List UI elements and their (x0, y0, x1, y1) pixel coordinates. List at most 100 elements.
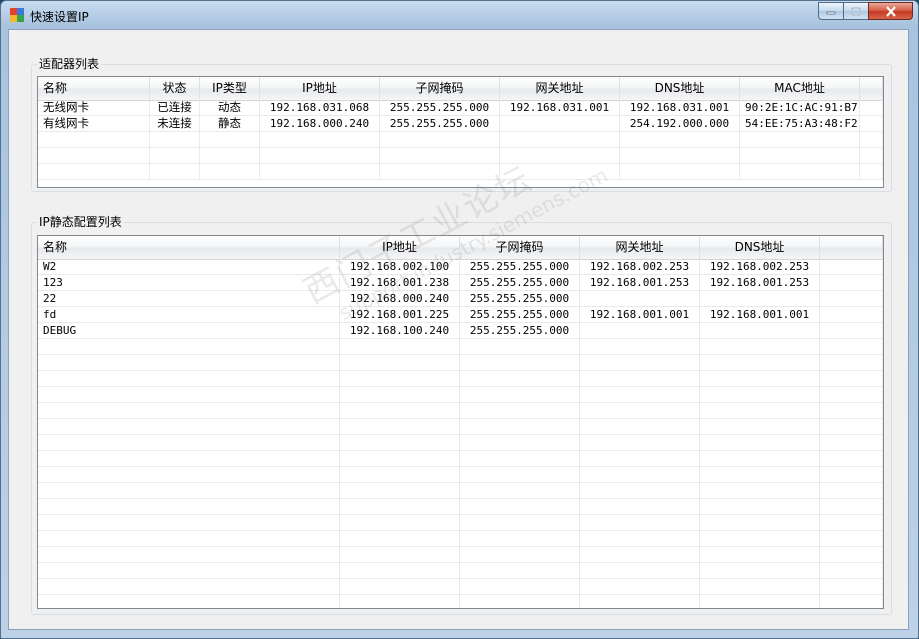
static-row-filler (820, 579, 883, 595)
maximize-button[interactable] (843, 2, 869, 20)
static-row-filler (820, 451, 883, 467)
static-cell: 192.168.002.100 (340, 259, 460, 275)
static-cell (700, 467, 820, 483)
adapter-row[interactable]: 有线网卡 未连接 静态 192.168.000.240 255.255.255.000 2… (38, 116, 883, 132)
static-row-filler (820, 547, 883, 563)
static-column-header[interactable]: 网关地址 (580, 236, 700, 259)
static-column-header[interactable]: 名称 (38, 236, 340, 259)
adapter-empty-row (38, 148, 883, 164)
static-cell (460, 563, 580, 579)
static-row-filler (820, 275, 883, 291)
static-row[interactable]: fd 192.168.001.225 255.255.255.000 192.168.… (38, 307, 883, 323)
adapter-cell (620, 132, 740, 148)
static-cell (38, 355, 340, 371)
static-cell (700, 291, 820, 307)
close-button[interactable] (868, 2, 913, 20)
static-cell: 192.168.000.240 (340, 291, 460, 307)
adapter-cell (200, 164, 260, 180)
static-ip-list-header: 名称 IP地址 子网掩码 网关地址 DNS地址 (38, 236, 883, 260)
static-ip-group-label: IP静态配置列表 (37, 215, 124, 229)
adapter-empty-row (38, 132, 883, 148)
adapter-column-header[interactable]: 状态 (150, 77, 200, 100)
static-cell (700, 451, 820, 467)
static-cell: 22 (38, 291, 340, 307)
static-cell: 192.168.001.253 (700, 275, 820, 291)
adapter-cell (150, 148, 200, 164)
adapter-cell: 192.168.000.240 (260, 116, 380, 132)
adapter-column-header[interactable]: 子网掩码 (380, 77, 500, 100)
static-row-filler (820, 483, 883, 499)
static-column-header[interactable]: IP地址 (340, 236, 460, 259)
static-cell (38, 403, 340, 419)
static-row[interactable]: W2 192.168.002.100 255.255.255.000 192.168.… (38, 259, 883, 275)
adapter-column-header[interactable]: IP类型 (200, 77, 260, 100)
static-cell (38, 419, 340, 435)
adapter-listview[interactable]: 名称 状态 IP类型 IP地址 子网掩码 网关地址 DNS地址 MAC地址 无线网卡 已连接 动态… (37, 76, 884, 188)
adapter-row[interactable]: 无线网卡 已连接 动态 192.168.031.068 255.255.255.000 1… (38, 100, 883, 116)
title-bar[interactable]: 快速设置IP (1, 1, 918, 29)
static-cell (460, 515, 580, 531)
static-column-header[interactable]: 子网掩码 (460, 236, 580, 259)
static-row-filler (820, 291, 883, 307)
static-empty-row (38, 339, 883, 355)
adapter-cell: 有线网卡 (38, 116, 150, 132)
static-cell (700, 563, 820, 579)
static-cell (460, 387, 580, 403)
app-icon[interactable] (10, 8, 24, 22)
adapter-column-header[interactable]: MAC地址 (740, 77, 860, 100)
static-cell (460, 339, 580, 355)
static-cell (700, 547, 820, 563)
static-cell (580, 339, 700, 355)
static-row-filler (820, 403, 883, 419)
adapter-cell (380, 164, 500, 180)
static-cell (340, 547, 460, 563)
static-cell: 255.255.255.000 (460, 259, 580, 275)
static-cell: 255.255.255.000 (460, 275, 580, 291)
static-empty-row (38, 515, 883, 531)
static-column-header[interactable]: DNS地址 (700, 236, 820, 259)
static-row-filler (820, 339, 883, 355)
static-cell (340, 515, 460, 531)
adapter-cell (260, 164, 380, 180)
static-row-filler (820, 259, 883, 275)
adapter-empty-row (38, 164, 883, 180)
minimize-button[interactable] (818, 2, 844, 20)
adapter-cell (380, 132, 500, 148)
static-cell (340, 595, 460, 608)
static-row-filler (820, 515, 883, 531)
adapter-header-filler (860, 77, 883, 100)
static-empty-row (38, 499, 883, 515)
adapter-cell: 无线网卡 (38, 100, 150, 116)
static-cell (340, 339, 460, 355)
static-empty-row (38, 451, 883, 467)
adapter-cell (260, 148, 380, 164)
adapter-cell: 90:2E:1C:AC:91:B7 (740, 100, 860, 116)
static-cell: 255.255.255.000 (460, 323, 580, 339)
static-row[interactable]: 22 192.168.000.240 255.255.255.000 (38, 291, 883, 307)
static-row[interactable]: 123 192.168.001.238 255.255.255.000 192.168… (38, 275, 883, 291)
static-cell (700, 579, 820, 595)
static-cell: 192.168.001.238 (340, 275, 460, 291)
static-cell (38, 371, 340, 387)
adapter-column-header[interactable]: IP地址 (260, 77, 380, 100)
adapter-row-filler (860, 100, 883, 116)
static-row[interactable]: DEBUG 192.168.100.240 255.255.255.000 (38, 323, 883, 339)
static-empty-row (38, 355, 883, 371)
static-cell (460, 595, 580, 608)
adapter-cell (500, 132, 620, 148)
static-cell (38, 579, 340, 595)
adapter-column-header[interactable]: 网关地址 (500, 77, 620, 100)
static-header-filler (820, 236, 883, 259)
static-ip-listview[interactable]: 名称 IP地址 子网掩码 网关地址 DNS地址 W2 192.168.002.100 255… (37, 235, 884, 609)
caption-buttons (818, 2, 913, 20)
adapter-cell: 192.168.031.001 (500, 100, 620, 116)
static-empty-row (38, 547, 883, 563)
adapter-cell (620, 164, 740, 180)
adapter-column-header[interactable]: 名称 (38, 77, 150, 100)
static-cell (700, 499, 820, 515)
static-cell (580, 467, 700, 483)
adapter-column-header[interactable]: DNS地址 (620, 77, 740, 100)
adapter-cell (260, 132, 380, 148)
static-empty-row (38, 403, 883, 419)
adapter-cell (740, 148, 860, 164)
